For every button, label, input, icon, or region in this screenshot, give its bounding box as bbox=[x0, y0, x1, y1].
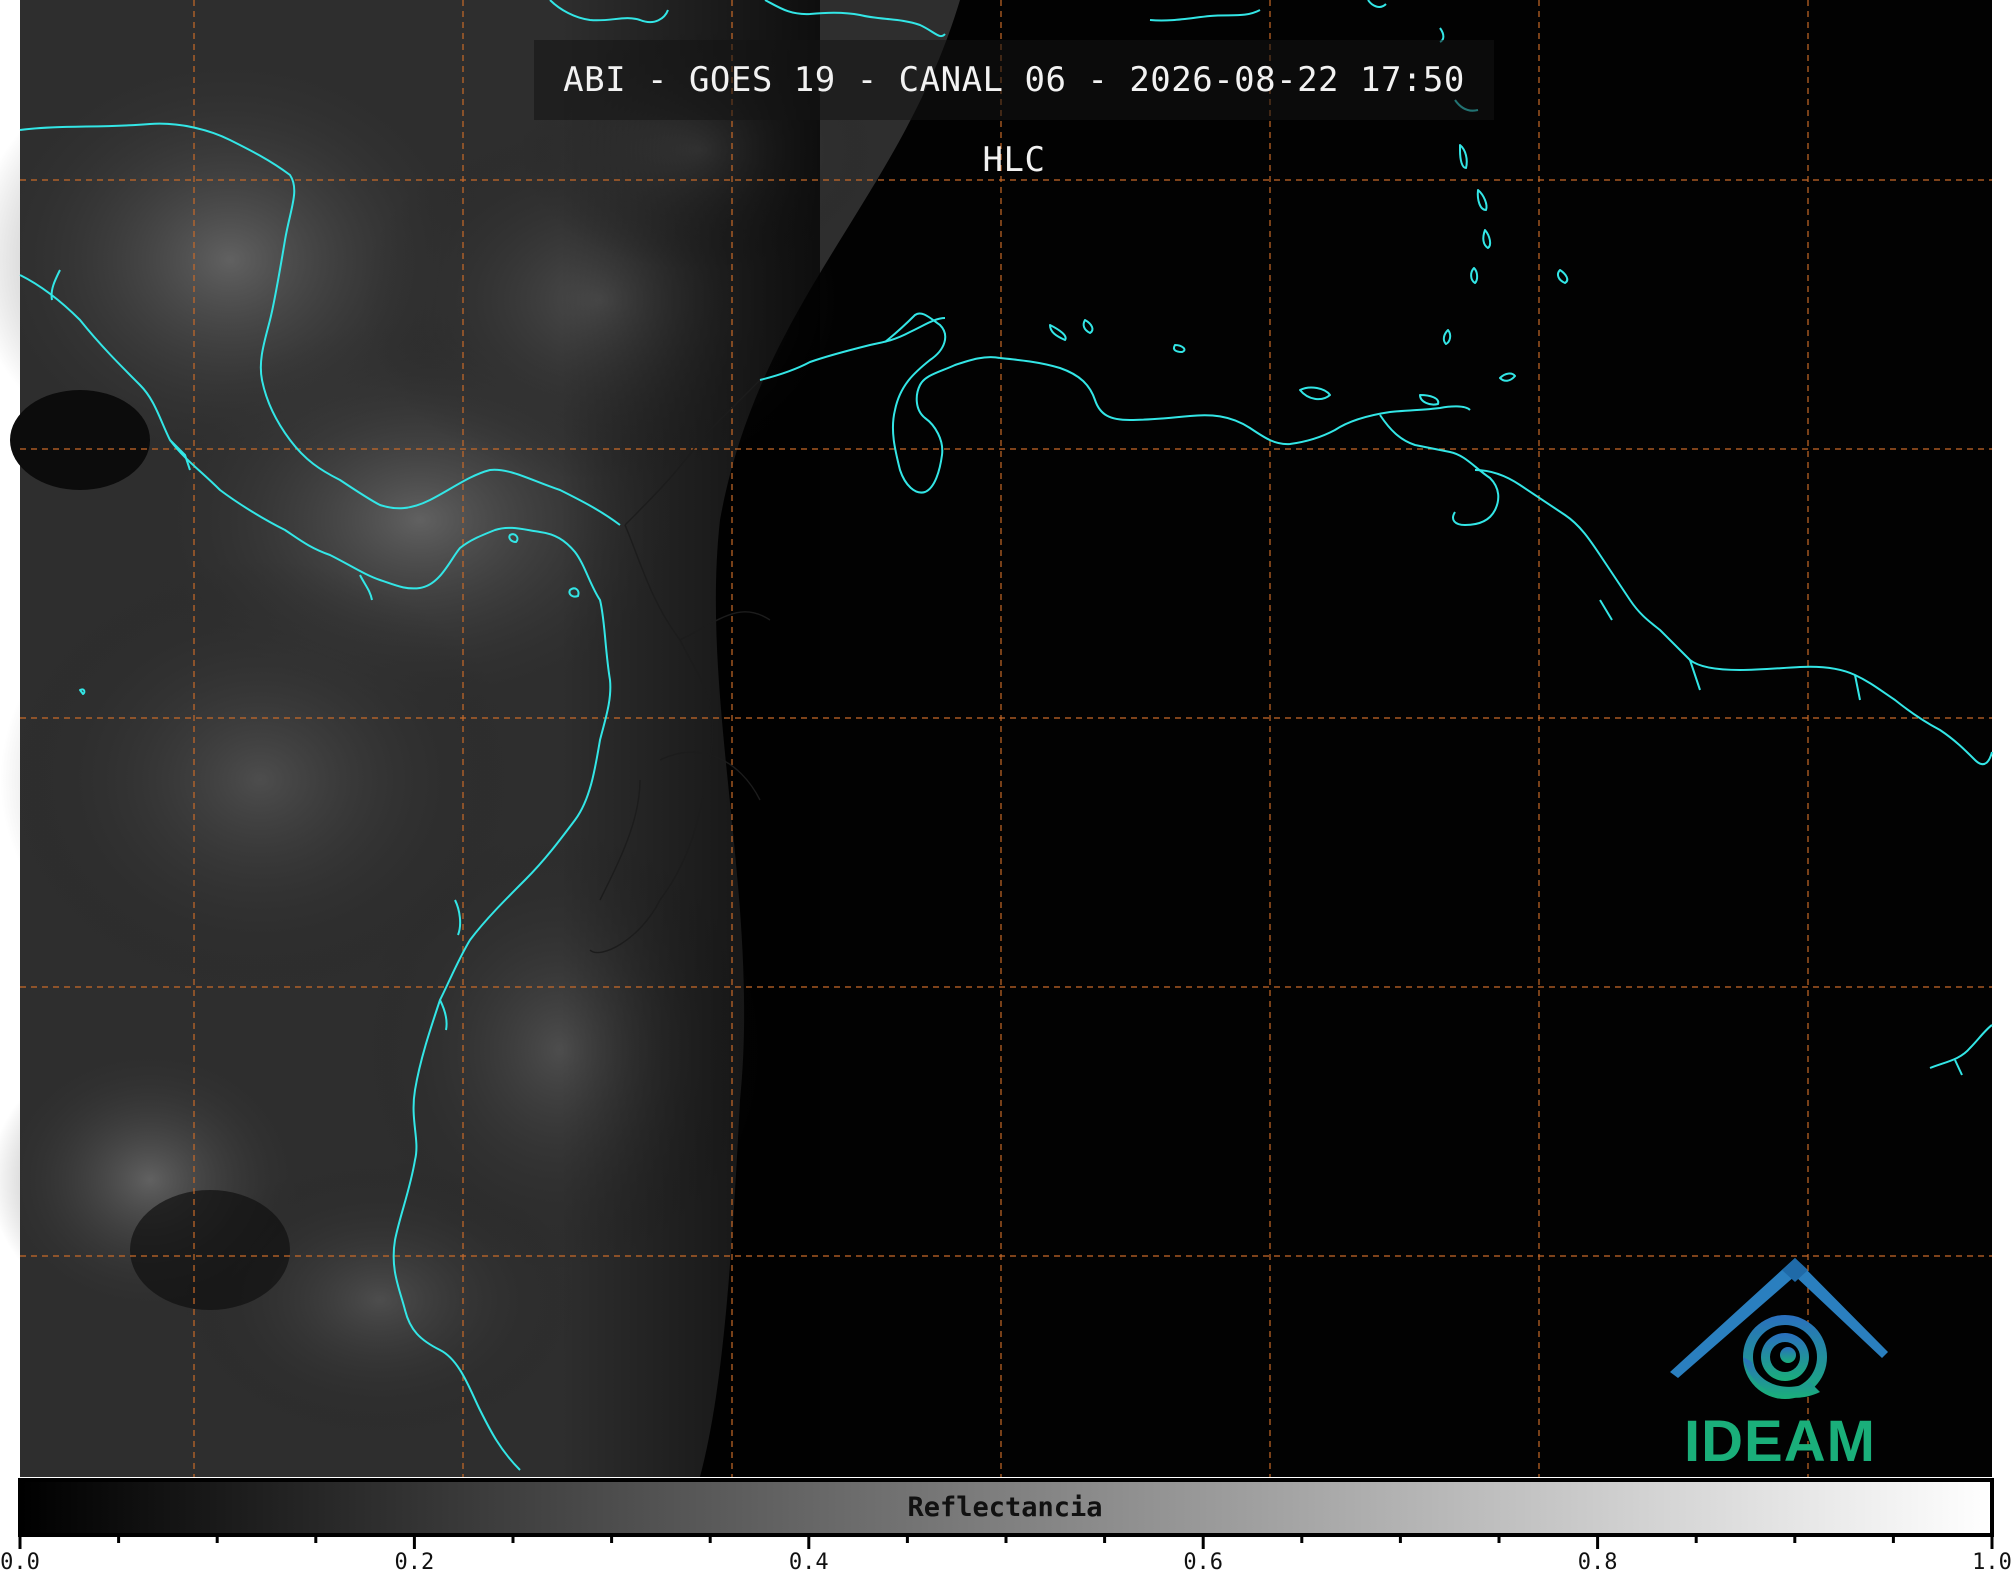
colorbar-tick-label: 0.0 bbox=[0, 1550, 40, 1575]
map-title: ABI - GOES 19 - CANAL 06 - 2026-08-22 17… bbox=[563, 60, 1465, 180]
colorbar-tick-label: 0.2 bbox=[394, 1550, 435, 1575]
colorbar-label: Reflectancia bbox=[907, 1492, 1103, 1523]
colorbar-tick-label: 0.4 bbox=[788, 1550, 829, 1575]
colorbar-tick-label: 0.8 bbox=[1577, 1550, 1618, 1575]
colorbar-tick-label: 0.6 bbox=[1183, 1550, 1224, 1575]
colorbar-tick-label: 1.0 bbox=[1972, 1550, 2011, 1575]
ideam-logo-icon bbox=[1670, 1258, 1888, 1399]
ideam-logo-text: IDEAM bbox=[1684, 1409, 1876, 1474]
satellite-map: ABI - GOES 19 - CANAL 06 - 2026-08-22 17… bbox=[0, 0, 2011, 1577]
